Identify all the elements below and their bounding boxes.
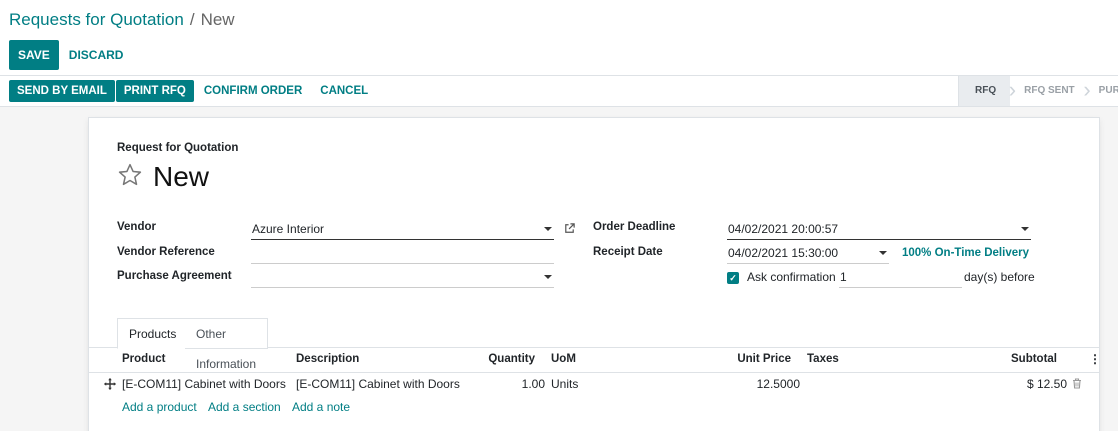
line-uom[interactable]: Units: [551, 377, 578, 391]
drag-handle-icon[interactable]: [104, 378, 116, 390]
star-outline-icon[interactable]: [117, 162, 143, 188]
stage-rfq[interactable]: RFQ ›: [959, 76, 1016, 106]
vendor-reference-input[interactable]: [251, 243, 554, 264]
ask-confirmation-checkbox[interactable]: ✓: [727, 272, 739, 284]
reminder-days-input[interactable]: 1: [839, 267, 962, 288]
purchase-agreement-field[interactable]: [251, 267, 554, 288]
form-buttons: SAVE DISCARD: [9, 40, 133, 70]
stage-rfq-sent[interactable]: RFQ SENT ›: [1010, 76, 1091, 106]
record-name: New: [153, 161, 210, 192]
control-panel: Requests for Quotation / New SAVE DISCARD: [0, 0, 1118, 76]
breadcrumb-separator: /: [189, 10, 195, 29]
column-unit-price[interactable]: Unit Price: [737, 353, 791, 365]
vendor-reference-label: Vendor Reference: [117, 246, 215, 258]
column-description[interactable]: Description: [296, 353, 359, 365]
stage-purchase-order[interactable]: PURCHASE ORDER: [1085, 76, 1118, 106]
vendor-value: Azure Interior: [252, 222, 325, 236]
line-description[interactable]: [E-COM11] Cabinet with Doors: [296, 377, 460, 391]
column-product[interactable]: Product: [122, 353, 165, 365]
add-product-link[interactable]: Add a product: [122, 400, 197, 414]
receipt-date-value: 04/02/2021 15:30:00: [728, 246, 839, 260]
column-quantity[interactable]: Quantity: [488, 353, 535, 365]
receipt-date-field[interactable]: 04/02/2021 15:30:00: [727, 243, 889, 264]
dropdown-caret-icon[interactable]: [1021, 227, 1029, 231]
receipt-date-label: Receipt Date: [593, 246, 663, 258]
add-note-link[interactable]: Add a note: [292, 400, 350, 414]
dropdown-caret-icon[interactable]: [544, 275, 552, 279]
column-uom[interactable]: UoM: [551, 353, 576, 365]
breadcrumb: Requests for Quotation / New: [9, 10, 235, 30]
order-deadline-field[interactable]: 04/02/2021 20:00:57: [727, 219, 1031, 240]
order-deadline-value: 04/02/2021 20:00:57: [728, 222, 839, 236]
cancel-button[interactable]: CANCEL: [311, 80, 377, 102]
external-link-icon[interactable]: [563, 222, 576, 235]
breadcrumb-parent-link[interactable]: Requests for Quotation: [9, 10, 184, 29]
discard-button[interactable]: DISCARD: [59, 40, 134, 70]
vendor-label: Vendor: [117, 221, 156, 233]
tab-products[interactable]: Products: [117, 318, 189, 349]
column-taxes[interactable]: Taxes: [807, 353, 839, 365]
column-subtotal[interactable]: Subtotal: [1011, 353, 1057, 365]
stage-rfq-sent-label: RFQ SENT: [1024, 85, 1075, 96]
stage-rfq-label: RFQ: [975, 85, 997, 96]
vendor-field[interactable]: Azure Interior: [251, 219, 554, 240]
optional-columns-icon[interactable]: ⋮: [1089, 353, 1101, 365]
stage-purchase-order-label: PURCHASE ORDER: [1098, 85, 1118, 96]
trash-icon[interactable]: [1072, 378, 1082, 389]
line-unit-price[interactable]: 12.5000: [757, 377, 800, 391]
form-subtitle: Request for Quotation: [117, 142, 239, 154]
statusbar-actions: SEND BY EMAIL PRINT RFQ CONFIRM ORDER CANCE…: [9, 80, 377, 102]
tab-other-information[interactable]: Other Information: [185, 318, 269, 371]
confirm-order-button[interactable]: CONFIRM ORDER: [195, 80, 311, 102]
send-by-email-button[interactable]: SEND BY EMAIL: [9, 80, 115, 102]
stage-pipeline: RFQ›RFQ SENT› PURCHASE ORDER: [958, 76, 1118, 106]
on-time-delivery-link[interactable]: 100% On-Time Delivery: [902, 247, 1029, 259]
form-sheet: Request for Quotation New Vendor Azure I…: [88, 117, 1101, 431]
table-header-divider: [89, 372, 1099, 373]
add-section-link[interactable]: Add a section: [208, 400, 281, 414]
dropdown-caret-icon[interactable]: [544, 227, 552, 231]
breadcrumb-current: New: [200, 10, 235, 29]
print-rfq-button[interactable]: PRINT RFQ: [115, 80, 194, 102]
ask-confirmation-label: Ask confirmation: [747, 270, 836, 284]
statusbar: SEND BY EMAIL PRINT RFQ CONFIRM ORDER CANCE…: [0, 76, 1118, 107]
save-button[interactable]: SAVE: [9, 40, 59, 70]
days-before-label: day(s) before: [964, 270, 1035, 284]
purchase-agreement-label: Purchase Agreement: [117, 270, 232, 282]
order-deadline-label: Order Deadline: [593, 221, 676, 233]
line-product[interactable]: [E-COM11] Cabinet with Doors: [122, 377, 286, 391]
line-subtotal: $ 12.50: [1026, 377, 1067, 391]
line-quantity[interactable]: 1.00: [522, 377, 545, 391]
dropdown-caret-icon[interactable]: [879, 251, 887, 255]
